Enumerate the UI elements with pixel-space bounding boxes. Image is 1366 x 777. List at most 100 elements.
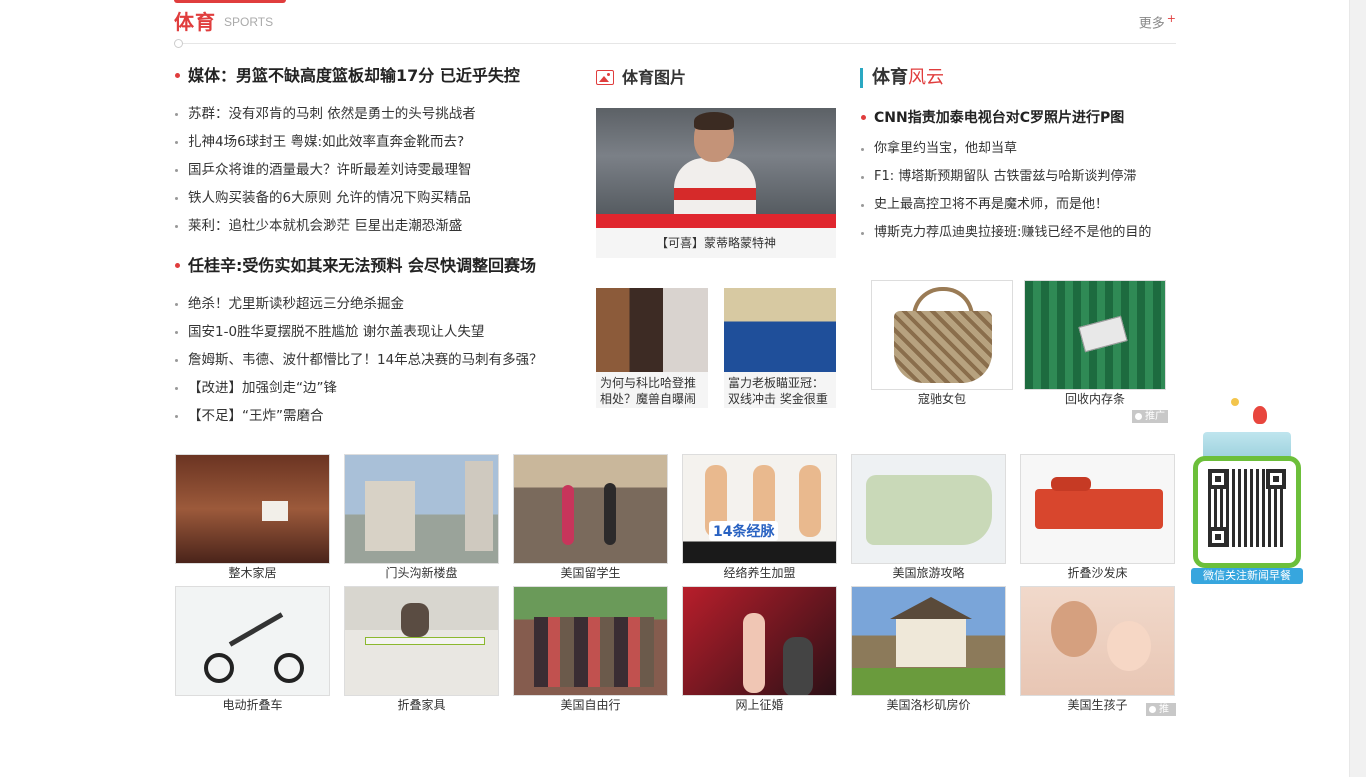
header-divider [178,43,1176,44]
ad-caption: 寇驰女包 [917,392,966,406]
grid-image [344,586,499,696]
qr-widget[interactable]: 微信关注新闻早餐 [1191,396,1303,592]
promo-badge[interactable]: 推广 [1132,410,1168,423]
main-photo-image [596,108,836,228]
sports-section: 体育 SPORTS 更多 + 媒体：男篮不缺高度篮板却输17分 已近乎失控 苏群：… [174,0,1176,777]
fengyun-item[interactable]: 史上最高控卫将不再是魔术师，而是他！ [860,191,1176,219]
promo-badge[interactable]: 推广 [1146,703,1176,728]
grid-item[interactable]: 美国生孩子 [1020,586,1175,714]
small-photo-image [724,288,836,372]
grid-caption: 整木家居 [228,566,277,580]
sports-photos: 体育图片 【可喜】蒙蒂略蒙特神 为何与科比哈登推相处？魔兽自曝闹 富力老板瞄亚冠… [596,64,836,408]
balloon-icon [1253,406,1267,424]
grid-image [1020,586,1175,696]
page-scrollbar[interactable] [1349,0,1366,777]
building-shape [365,481,415,551]
fengyun-item[interactable]: 博斯克力荐瓜迪奥拉接班:赚钱已经不是他的目的 [860,219,1176,247]
small-photo-caption: 为何与科比哈登推相处？魔兽自曝闹 [600,376,697,406]
grid-caption: 美国留学生 [560,566,621,580]
news-group-2: 绝杀！尤里斯读秒超远三分绝杀掘金 国安1-0胜华夏摆脱不胜尴尬 谢尔盖表现让人失… [174,290,574,430]
grid-caption: 折叠沙发床 [1067,566,1128,580]
fengyun-title-bar [860,68,863,88]
news-item[interactable]: 詹姆斯、韦德、波什都懵比了！14年总决赛的马刺有多强？ [174,346,574,374]
grid-item[interactable]: 电动折叠车 [175,586,330,714]
grid-item[interactable]: 整木家居 [175,454,330,582]
small-photo-image [596,288,708,372]
ad-item[interactable]: 回收内存条 [1024,280,1166,408]
section-title[interactable]: 体育 [174,6,216,35]
qr-corner [1208,469,1228,489]
fengyun-item[interactable]: F1: 博塔斯预期留队 古铁雷兹与哈斯谈判停滞 [860,163,1176,191]
grid-item[interactable]: 折叠沙发床 [1020,454,1175,582]
grid-image [682,586,837,696]
grid-item[interactable]: 门头沟新楼盘 [344,454,499,582]
qr-frame [1193,456,1301,568]
main-photo[interactable]: 【可喜】蒙蒂略蒙特神 [596,108,836,258]
grid-image [175,586,330,696]
news-headline[interactable]: 媒体：男篮不缺高度篮板却输17分 已近乎失控 [174,62,574,90]
building-shape [465,461,493,551]
grid-item[interactable]: 网上征婚 [682,586,837,714]
ad-caption: 回收内存条 [1064,392,1125,406]
fengyun-item[interactable]: 你拿里约当宝，他却当草 [860,135,1176,163]
section-header: 体育 SPORTS 更多 + [174,0,1176,48]
news-headline[interactable]: 任桂辛:受伤实如其来无法预料 会尽快调整回赛场 [174,252,574,280]
wheel-shape [274,653,304,683]
fengyun-headline[interactable]: CNN指责加泰电视台对C罗照片进行P图 [860,104,1176,132]
grid-item[interactable]: 折叠家具 [344,586,499,714]
body-figure [799,465,821,537]
grid-image [851,586,1006,696]
grid-item[interactable]: 14条经脉 经络养生加盟 [682,454,837,582]
news-item[interactable]: 【不足】“王炸”需磨合 [174,402,574,430]
grid-image [175,454,330,564]
fengyun-title: 体育风云 [860,64,1176,92]
person-shape [604,483,616,545]
map-shape [866,475,992,545]
photo-stand [596,214,836,228]
grid-caption: 电动折叠车 [222,698,283,712]
grid-item[interactable]: 美国留学生 [513,454,668,582]
news-item[interactable]: 铁人购买装备的6大原则 允许的情况下购买精品 [174,184,574,212]
fengyun-ads: 寇驰女包 回收内存条 推广 [871,280,1176,423]
grid-item[interactable]: 美国自由行 [513,586,668,714]
news-item[interactable]: 苏群：没有邓肯的马刺 依然是勇士的头号挑战者 [174,100,574,128]
table-shape [365,637,485,645]
ad-image [1024,280,1166,390]
crowd-shape [534,617,654,687]
grid-item[interactable]: 美国洛杉矶房价 [851,586,1006,714]
grid-image [1020,454,1175,564]
more-label: 更多 [1138,16,1165,32]
grid-item[interactable]: 美国旅游攻略 [851,454,1006,582]
promo-grid: 整木家居 门头沟新楼盘 美国留学生 14条经脉 经络养生加盟 美国旅游攻略 折叠沙… [174,454,1176,728]
more-link[interactable]: 更多 + [1139,12,1176,31]
sun-icon [1231,398,1239,406]
header-divider-dot [174,39,183,48]
news-item[interactable]: 绝杀！尤里斯读秒超远三分绝杀掘金 [174,290,574,318]
small-photo[interactable]: 为何与科比哈登推相处？魔兽自曝闹 [596,288,708,408]
news-item[interactable]: 莱利：追杜少本就机会渺茫 巨星出走潮恐渐盛 [174,212,574,240]
grid-image [851,454,1006,564]
mother-shape [1051,601,1097,657]
news-item[interactable]: 国安1-0胜华夏摆脱不胜尴尬 谢尔盖表现让人失望 [174,318,574,346]
news-group-1: 苏群：没有邓肯的马刺 依然是勇士的头号挑战者 扎神4场6球封王 粤媒:如此效率直… [174,100,574,240]
grid-caption: 美国旅游攻略 [892,566,965,580]
main-photo-caption: 【可喜】蒙蒂略蒙特神 [655,236,776,250]
small-photo[interactable]: 富力老板瞄亚冠：双线冲击 奖金很重 [724,288,836,408]
grid-image [513,454,668,564]
ad-item[interactable]: 寇驰女包 [871,280,1013,408]
fengyun-list: 你拿里约当宝，他却当草 F1: 博塔斯预期留队 古铁雷兹与哈斯谈判停滞 史上最高… [860,135,1176,247]
fengyun-title-accent: 风云 [908,67,944,88]
grid-caption: 门头沟新楼盘 [385,566,458,580]
small-photos: 为何与科比哈登推相处？魔兽自曝闹 富力老板瞄亚冠：双线冲击 奖金很重 [596,288,836,408]
qr-corner [1266,469,1286,489]
grid-caption: 网上征婚 [735,698,784,712]
person-shape [562,485,574,545]
grid-image [344,454,499,564]
news-item[interactable]: 国乒众将谁的酒量最大？许昕最差刘诗雯最理智 [174,156,574,184]
grid-caption: 美国自由行 [560,698,621,712]
news-item[interactable]: 扎神4场6球封王 粤媒:如此效率直奔金靴而去? [174,128,574,156]
bed-shape [262,501,288,521]
news-list: 媒体：男篮不缺高度篮板却输17分 已近乎失控 苏群：没有邓肯的马刺 依然是勇士的… [174,62,574,442]
news-item[interactable]: 【改进】加强剑走“边”锋 [174,374,574,402]
ad-image [871,280,1013,390]
